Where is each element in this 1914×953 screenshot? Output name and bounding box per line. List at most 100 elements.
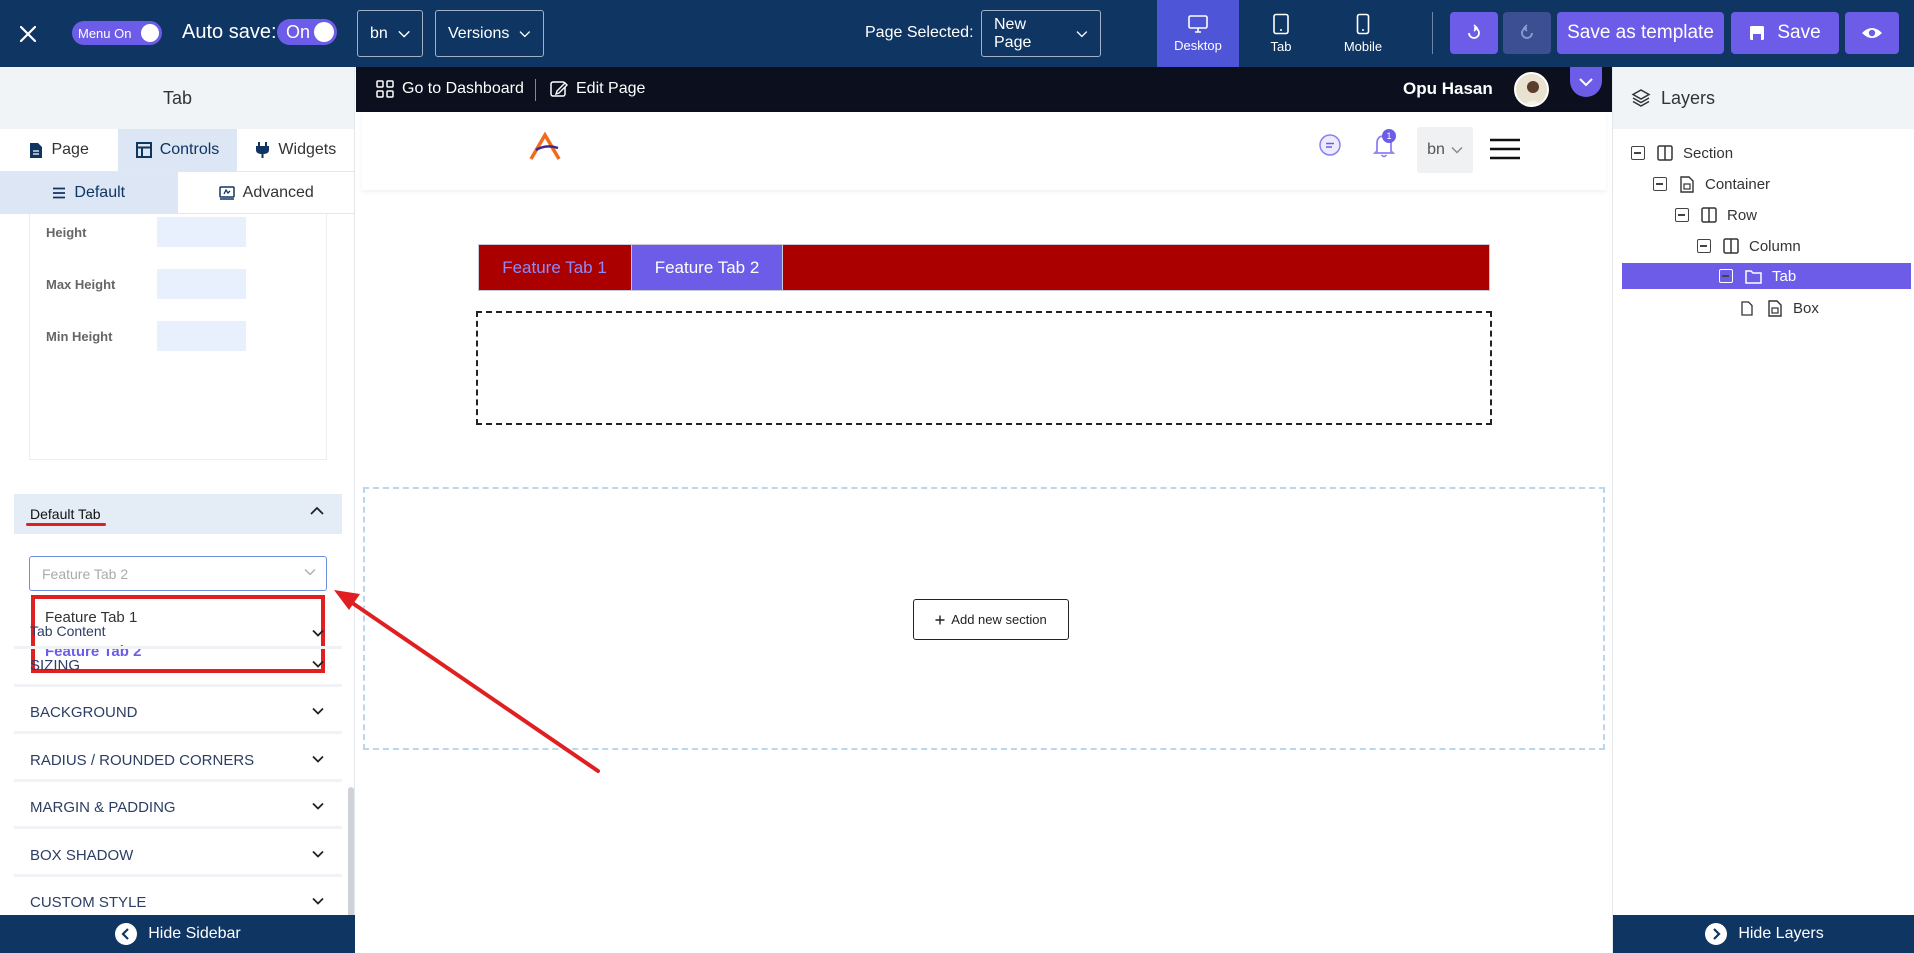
layer-label: Column [1749,237,1801,255]
layers-header: Layers [1613,67,1914,129]
tab-default[interactable]: Default [0,172,178,213]
collapse-toggle-icon[interactable] [1675,208,1689,222]
height-input[interactable] [157,217,246,247]
chat-icon[interactable] [1318,133,1342,157]
feature-tab-2[interactable]: Feature Tab 2 [631,245,783,290]
dashboard-icon [376,80,394,98]
layer-box[interactable]: Box [1741,295,1901,321]
default-tab-select[interactable]: Feature Tab 2 [29,556,327,591]
device-tab-button[interactable]: Tab [1240,0,1322,67]
toolbar-divider [1432,12,1433,54]
hamburger-menu-icon[interactable] [1490,138,1520,160]
undo-button[interactable] [1450,12,1498,54]
hide-layers-label: Hide Layers [1738,925,1824,942]
chevron-down-icon [304,569,316,576]
feature-tab-1[interactable]: Feature Tab 1 [479,245,630,290]
header-language-select[interactable]: bn [1417,127,1473,173]
accordion-label: CUSTOM STYLE [30,893,147,911]
layer-section[interactable]: Section [1631,140,1901,166]
top-toolbar: Menu On Auto save: On bn Versions Page S… [0,0,1914,67]
undo-icon [1468,24,1480,39]
admin-bar-collapse-button[interactable] [1570,67,1602,97]
min-height-input[interactable] [157,321,246,351]
min-height-label: Min Height [46,328,113,344]
max-height-label: Max Height [46,276,116,292]
columns-icon [1657,145,1673,161]
layer-tab-selected[interactable]: Tab [1622,263,1911,289]
accordion-tab-content[interactable]: Tab Content [14,599,342,649]
max-height-row: Max Height [46,269,306,299]
default-tab-select-value: Feature Tab 2 [42,565,129,582]
default-tab-label: Default Tab [30,506,101,522]
size-fields-panel: Height Max Height Min Height [29,214,327,460]
accordion-sizing[interactable]: SIZING [14,646,342,687]
collapse-toggle-icon[interactable] [1631,146,1645,160]
tab-advanced[interactable]: Advanced [178,172,355,213]
save-button[interactable]: Save [1731,12,1839,54]
page-select-value: New Page [994,15,1032,51]
height-row: Height [46,217,306,247]
save-as-template-button[interactable]: Save as template [1557,12,1724,54]
site-logo-icon[interactable] [528,132,562,162]
tab-widgets[interactable]: Widgets [237,129,354,171]
accordion-label: MARGIN & PADDING [30,798,176,816]
redo-button[interactable] [1503,12,1551,54]
accordion-margin-padding[interactable]: MARGIN & PADDING [14,788,342,829]
layer-label: Tab [1772,267,1797,285]
collapse-toggle-icon[interactable] [1697,239,1711,253]
versions-select[interactable]: Versions [435,10,544,57]
autosave-toggle[interactable]: On [277,19,337,45]
avatar[interactable] [1514,72,1549,107]
chevron-down-icon [312,897,324,905]
device-mobile-label: Mobile [1343,39,1383,54]
header-language-value: bn [1427,141,1445,158]
collapse-toggle-icon[interactable] [1719,269,1733,283]
collapse-toggle-icon[interactable] [1653,177,1667,191]
accordion-radius[interactable]: RADIUS / ROUNDED CORNERS [14,741,342,782]
container-icon [1680,175,1694,193]
edit-icon [550,81,568,97]
max-height-input[interactable] [157,269,246,299]
floppy-icon [1750,26,1765,40]
avatar-image [1524,81,1542,105]
close-icon[interactable] [14,20,42,48]
menu-toggle[interactable]: Menu On [72,21,162,45]
chevron-right-circle-icon [1705,923,1728,945]
chevron-down-icon [312,755,324,763]
default-tab-accordion[interactable]: Default Tab [14,494,342,534]
layer-container[interactable]: Container [1653,171,1901,197]
preview-button[interactable] [1845,12,1899,54]
chevron-down-icon [312,660,324,668]
edit-page-link[interactable]: Edit Page [550,80,645,98]
tab-content-dropzone[interactable] [476,311,1492,425]
sidebar-sub-tabs: Default Advanced [0,172,355,214]
redo-icon [1521,24,1533,39]
chevron-down-icon [398,30,410,38]
device-mobile-button[interactable]: Mobile [1322,0,1404,67]
layer-row[interactable]: Row [1675,202,1901,228]
chevron-down-icon [312,629,324,637]
tab-page[interactable]: Page [0,129,118,171]
page-select[interactable]: New Page [981,10,1101,57]
device-desktop-button[interactable]: Desktop [1157,0,1239,67]
layer-column[interactable]: Column [1697,233,1901,259]
list-icon [53,187,66,198]
layers-title: Layers [1661,87,1716,108]
add-new-section-button[interactable]: Add new section [913,599,1069,640]
language-select[interactable]: bn [357,10,423,57]
annotation-underline [26,523,106,526]
hide-layers-button[interactable]: Hide Layers [1613,915,1914,953]
plus-icon [935,615,945,624]
accordion-label: RADIUS / ROUNDED CORNERS [30,751,255,769]
sidebar-title: Tab [0,67,354,129]
accordion-background[interactable]: BACKGROUND [14,693,342,734]
accordion-box-shadow[interactable]: BOX SHADOW [14,836,342,877]
save-label: Save [1777,22,1821,43]
tab-controls[interactable]: Controls [118,129,237,171]
advanced-icon [218,185,235,200]
add-new-section-label: Add new section [951,612,1047,627]
go-to-dashboard-link[interactable]: Go to Dashboard [376,80,524,98]
tablet-icon [1273,13,1289,35]
hide-sidebar-button[interactable]: Hide Sidebar [0,915,355,953]
page-selected-label: Page Selected: [865,24,974,41]
